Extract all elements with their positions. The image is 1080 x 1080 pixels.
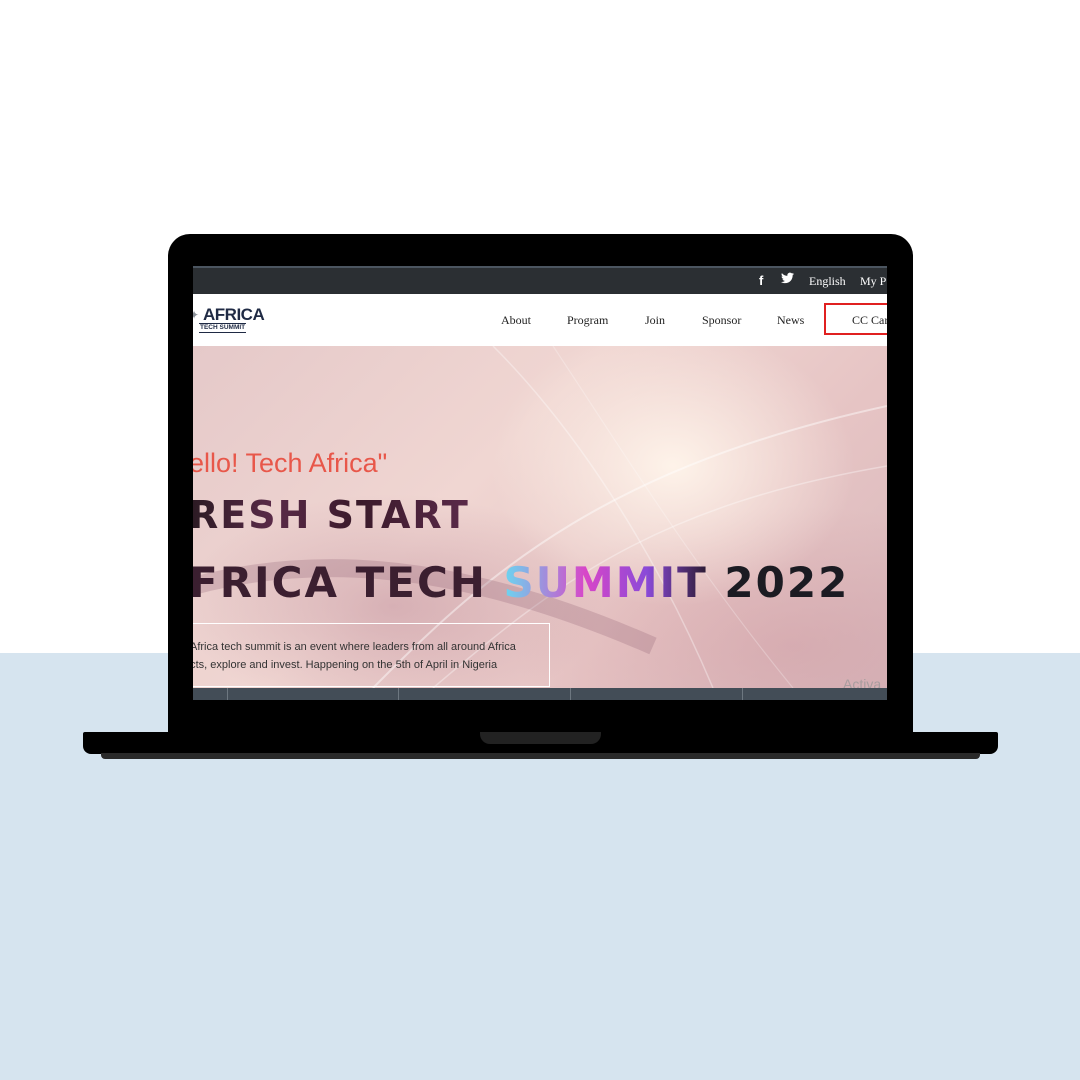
activation-watermark: Activa (843, 676, 882, 688)
strip-divider (227, 688, 228, 700)
language-selector[interactable]: English (809, 274, 846, 289)
logo-main-text: AFRICA (203, 305, 265, 324)
hero-headline-line-2: FRICA TECH SUMMIT 2022 (193, 558, 849, 607)
laptop-foot (101, 753, 980, 759)
laptop-screen: f English My P ✦ AFRICA TECH SUMMIT Abou… (193, 266, 887, 700)
nav-news[interactable]: News (777, 313, 804, 328)
headline-part-summit: SUMMIT (503, 558, 708, 607)
description-line-1: Africa tech summit is an event where lea… (193, 641, 516, 653)
hero-greeting: ello! Tech Africa" (193, 448, 388, 478)
nav-join[interactable]: Join (645, 313, 665, 328)
laptop-notch (480, 732, 601, 744)
my-profile-link[interactable]: My P (860, 274, 886, 289)
bottom-strip (193, 688, 887, 700)
facebook-icon[interactable]: f (759, 273, 763, 288)
hero-description-box: Africa tech summit is an event where lea… (193, 623, 550, 687)
strip-divider (398, 688, 399, 700)
headline-part-africa-tech: FRICA TECH (193, 558, 504, 607)
site-logo[interactable]: ✦ AFRICA TECH SUMMIT (193, 305, 265, 334)
hero-section: ello! Tech Africa" RESH START FRICA TECH… (193, 346, 887, 688)
strip-divider (570, 688, 571, 700)
main-navbar: ✦ AFRICA TECH SUMMIT About Program Join … (193, 294, 887, 346)
cta-button[interactable]: CC Car (824, 303, 887, 335)
logo-sub-text: TECH SUMMIT (199, 323, 247, 333)
headline-part-year: 2022 (707, 558, 850, 607)
top-bar: f English My P (193, 266, 887, 294)
strip-divider (742, 688, 743, 700)
nav-about[interactable]: About (501, 313, 531, 328)
nav-sponsor[interactable]: Sponsor (702, 313, 741, 328)
cta-label: CC Car (852, 313, 887, 327)
twitter-icon[interactable] (781, 272, 794, 288)
hero-headline-line-1: RESH START (193, 493, 470, 537)
nav-program[interactable]: Program (567, 313, 608, 328)
description-line-2: ects, explore and invest. Happening on t… (193, 659, 498, 671)
